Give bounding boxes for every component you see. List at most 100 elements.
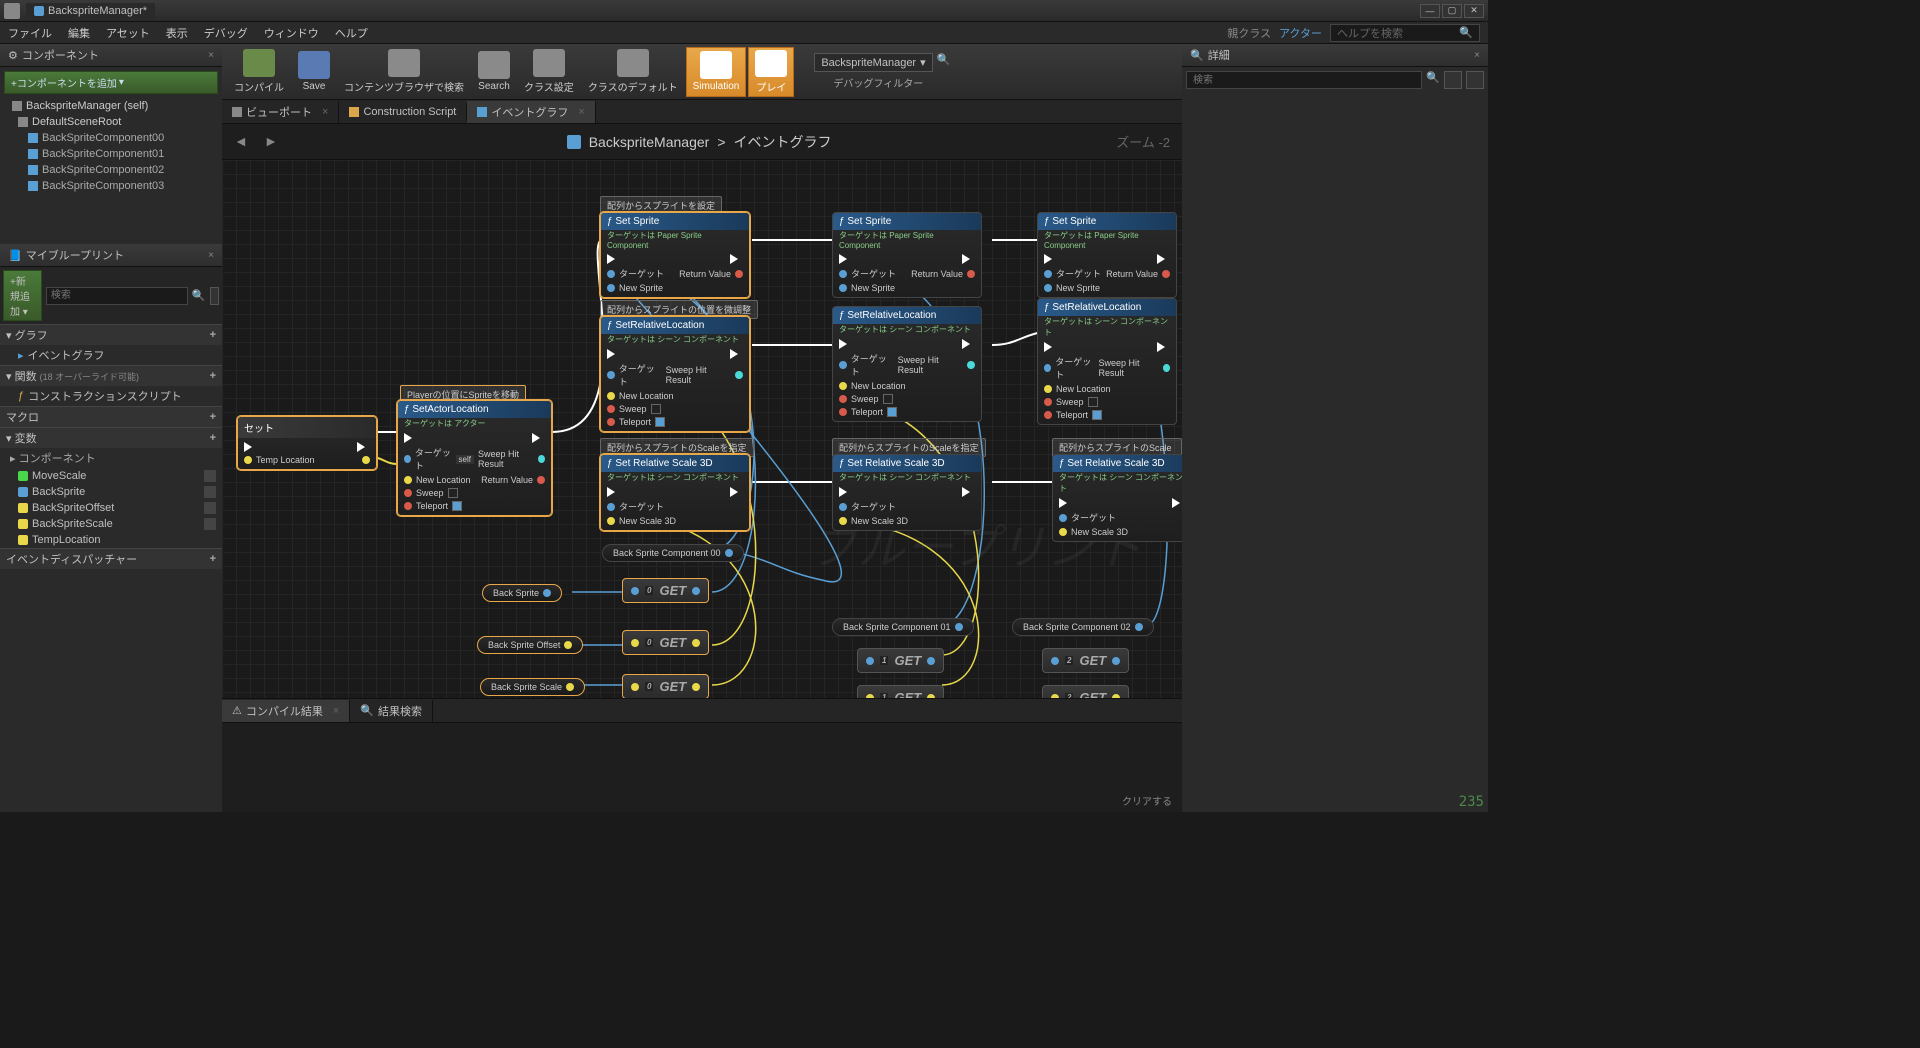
category-macros[interactable]: マクロ+ [0,406,222,427]
set-relative-scale-node[interactable]: ƒ Set Relative Scale 3D ターゲットは シーン コンポーネ… [832,454,982,531]
variable-get-pill[interactable]: Back Sprite [482,584,562,602]
array-get-node[interactable]: 0GET [622,674,709,698]
component-child[interactable]: BackSpriteComponent00 [0,130,222,146]
warning-icon: ⚠ [232,704,242,717]
menu-file[interactable]: ファイル [8,25,52,41]
close-icon[interactable]: × [208,250,214,261]
maximize-button[interactable]: ▢ [1442,4,1462,18]
clear-button[interactable]: クリアする [1122,793,1172,808]
add-graph-button[interactable]: + [210,329,216,341]
close-icon[interactable]: × [208,50,214,61]
array-get-node[interactable]: 1GET [857,648,944,673]
component-root[interactable]: DefaultSceneRoot [0,114,222,130]
myblueprint-search[interactable] [46,287,188,305]
compile-button[interactable]: コンパイル [228,47,290,97]
variable-item[interactable]: BackSprite [0,484,222,500]
set-relative-scale-node[interactable]: ƒ Set Relative Scale 3D ターゲットは シーン コンポーネ… [600,454,750,531]
menu-window[interactable]: ウィンドウ [264,25,319,41]
category-variables[interactable]: ▾ 変数+ [0,427,222,448]
set-sprite-node[interactable]: ƒ Set Sprite ターゲットは Paper Sprite Compone… [1037,212,1177,298]
array-get-node[interactable]: 0GET [622,630,709,655]
add-component-button[interactable]: +コンポーネントを追加▾ [4,71,218,94]
compile-results-tab[interactable]: ⚠コンパイル結果× [222,700,350,722]
menu-debug[interactable]: デバッグ [204,25,248,41]
matrix-icon[interactable] [1444,71,1462,89]
menu-view[interactable]: 表示 [166,25,188,41]
refresh-icon[interactable] [204,470,216,482]
component-child[interactable]: BackSpriteComponent01 [0,146,222,162]
debug-object-combo[interactable]: BackspriteManager▾ [814,53,932,72]
components-panel-header[interactable]: ⚙ コンポーネント × [0,44,222,67]
scene-icon [18,117,28,127]
set-sprite-node[interactable]: ƒ Set Sprite ターゲットは Paper Sprite Compone… [600,212,750,298]
array-get-node[interactable]: 2GET [1042,685,1129,698]
add-dispatcher-button[interactable]: + [210,553,216,565]
menu-asset[interactable]: アセット [106,25,150,41]
menu-edit[interactable]: 編集 [68,25,90,41]
component-self[interactable]: BackspriteManager (self) [0,98,222,114]
add-macro-button[interactable]: + [210,411,216,423]
array-get-node[interactable]: 1GET [857,685,944,698]
class-defaults-button[interactable]: クラスのデフォルト [582,47,684,97]
set-relative-location-node[interactable]: ƒ SetRelativeLocation ターゲットは シーン コンポーネント… [1037,298,1177,425]
variable-item[interactable]: BackSpriteOffset [0,500,222,516]
variable-get-pill[interactable]: Back Sprite Component 00 [602,544,744,562]
view-options-button[interactable] [1466,71,1484,89]
refresh-icon[interactable] [204,486,216,498]
category-dispatchers[interactable]: イベントディスパッチャー+ [0,548,222,569]
add-new-button[interactable]: +新規追加 ▾ [3,270,42,321]
minimize-button[interactable]: — [1420,4,1440,18]
category-components-sub[interactable]: ▸ コンポーネント [0,448,222,468]
component-child[interactable]: BackSpriteComponent03 [0,178,222,194]
category-graphs[interactable]: ▾ グラフ+ [0,324,222,345]
set-relative-location-node[interactable]: ƒ SetRelativeLocation ターゲットは シーン コンポーネント… [832,306,982,422]
find-results-tab[interactable]: 🔍結果検索 [350,700,433,722]
nav-forward-button[interactable]: ► [264,133,282,151]
close-button[interactable]: ✕ [1464,4,1484,18]
play-button[interactable]: プレイ [748,47,794,97]
refresh-icon[interactable] [204,518,216,530]
class-settings-button[interactable]: クラス設定 [518,47,580,97]
ue-logo [4,3,20,19]
simulation-button[interactable]: Simulation [686,47,747,97]
myblueprint-panel-header[interactable]: 📘 マイブループリント × [0,244,222,267]
construction-tab[interactable]: Construction Script [339,103,467,121]
set-relative-scale-node[interactable]: ƒ Set Relative Scale 3D ターゲットは シーン コンポーネ… [1052,454,1182,542]
help-search[interactable]: ヘルプを検索 🔍 [1330,24,1480,42]
nav-back-button[interactable]: ◄ [234,133,252,151]
add-function-button[interactable]: + [210,370,216,382]
variable-get-pill[interactable]: Back Sprite Scale [480,678,585,696]
save-button[interactable]: Save [292,47,336,97]
graph-canvas[interactable]: ブループリント 配列からスプライトを設定 配列からスプライトの位置を微調整 配列… [222,160,1182,698]
array-get-node[interactable]: 0GET [622,578,709,603]
parent-class-link[interactable]: アクター [1279,25,1322,41]
details-search-input[interactable] [1186,71,1422,89]
array-get-node[interactable]: 2GET [1042,648,1129,673]
set-actor-location-node[interactable]: ƒ SetActorLocation ターゲットは アクター ターゲット sel… [397,400,552,516]
event-graph-item[interactable]: ▸イベントグラフ [0,345,222,365]
variable-item[interactable]: BackSpriteScale [0,516,222,532]
variable-get-pill[interactable]: Back Sprite Offset [477,636,583,654]
viewport-tab[interactable]: ビューポート× [222,101,339,123]
event-graph-tab[interactable]: イベントグラフ× [467,101,595,123]
set-sprite-node[interactable]: ƒ Set Sprite ターゲットは Paper Sprite Compone… [832,212,982,298]
set-relative-location-node[interactable]: ƒ SetRelativeLocation ターゲットは シーン コンポーネント… [600,316,750,432]
document-tab[interactable]: BackspriteManager* [26,3,155,19]
component-child[interactable]: BackSpriteComponent02 [0,162,222,178]
refresh-icon[interactable] [204,502,216,514]
variable-item[interactable]: TempLocation [0,532,222,548]
details-panel-header[interactable]: 🔍 詳細 × [1182,44,1488,67]
view-options-button[interactable] [210,287,219,305]
close-icon[interactable]: × [1474,50,1480,61]
search-icon[interactable]: 🔍 [937,53,951,72]
category-functions[interactable]: ▾ 関数 (18 オーバーライド可能)+ [0,365,222,386]
add-variable-button[interactable]: + [210,432,216,444]
variable-get-pill[interactable]: Back Sprite Component 01 [832,618,974,636]
menu-help[interactable]: ヘルプ [335,25,368,41]
set-node[interactable]: セット Temp Location [237,416,377,470]
search-button[interactable]: Search [472,47,516,97]
variable-item[interactable]: MoveScale [0,468,222,484]
construction-script-item[interactable]: ƒコンストラクションスクリプト [0,386,222,406]
variable-get-pill[interactable]: Back Sprite Component 02 [1012,618,1154,636]
browse-button[interactable]: コンテンツブラウザで検索 [338,47,470,97]
